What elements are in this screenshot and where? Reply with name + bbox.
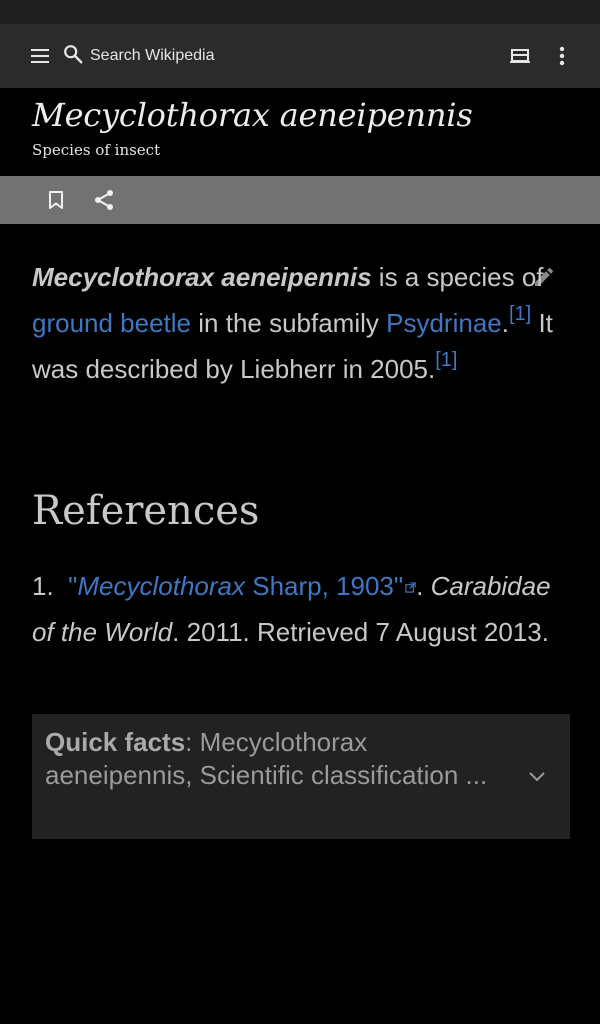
lead-term: Mecyclothorax aeneipennis [32, 262, 372, 292]
page-title: Mecyclothorax aeneipennis [32, 96, 473, 134]
link-psydrinae[interactable]: Psydrinae [386, 308, 502, 338]
external-link-icon [405, 561, 416, 607]
page-action-bar [0, 176, 600, 224]
reference-number: 1. [32, 571, 54, 601]
lead-text: is a species of [371, 262, 544, 292]
reference-text: . [416, 571, 424, 601]
bookmark-icon[interactable] [44, 188, 68, 212]
reference-link[interactable]: "Mecyclothorax Sharp, 1903" [68, 571, 416, 601]
more-vert-icon[interactable] [548, 42, 576, 70]
page-subtitle: Species of insect [32, 141, 161, 159]
lead-text: in the subfamily [191, 308, 387, 338]
quick-facts-text: Quick facts: Mecyclothorax aeneipennis, … [45, 727, 488, 790]
references-heading: References [32, 488, 260, 534]
link-ground-beetle[interactable]: ground beetle [32, 308, 191, 338]
search-placeholder: Search Wikipedia [90, 47, 215, 64]
share-icon[interactable] [92, 188, 116, 212]
reference-list: 1. "Mecyclothorax Sharp, 1903". Carabida… [32, 561, 572, 655]
search-icon [62, 43, 84, 70]
page-header: Mecyclothorax aeneipennis Species of ins… [0, 88, 600, 176]
tabs-icon[interactable] [506, 42, 534, 70]
citation-link[interactable]: [1] [509, 303, 531, 325]
chevron-down-icon[interactable] [526, 766, 548, 788]
lead-text: . [501, 308, 509, 338]
top-toolbar: Search Wikipedia [0, 24, 600, 88]
quick-facts-panel[interactable]: Quick facts: Mecyclothorax aeneipennis, … [32, 714, 570, 839]
reference-text: . 2011. Retrieved 7 August 2013. [172, 617, 549, 647]
quick-facts-label: Quick facts [45, 727, 186, 757]
citation-link[interactable]: [1] [435, 349, 457, 371]
menu-icon[interactable] [26, 42, 54, 70]
article-lead: Mecyclothorax aeneipennis is a species o… [32, 254, 572, 392]
search-input[interactable]: Search Wikipedia [62, 40, 215, 72]
status-bar [0, 0, 600, 24]
